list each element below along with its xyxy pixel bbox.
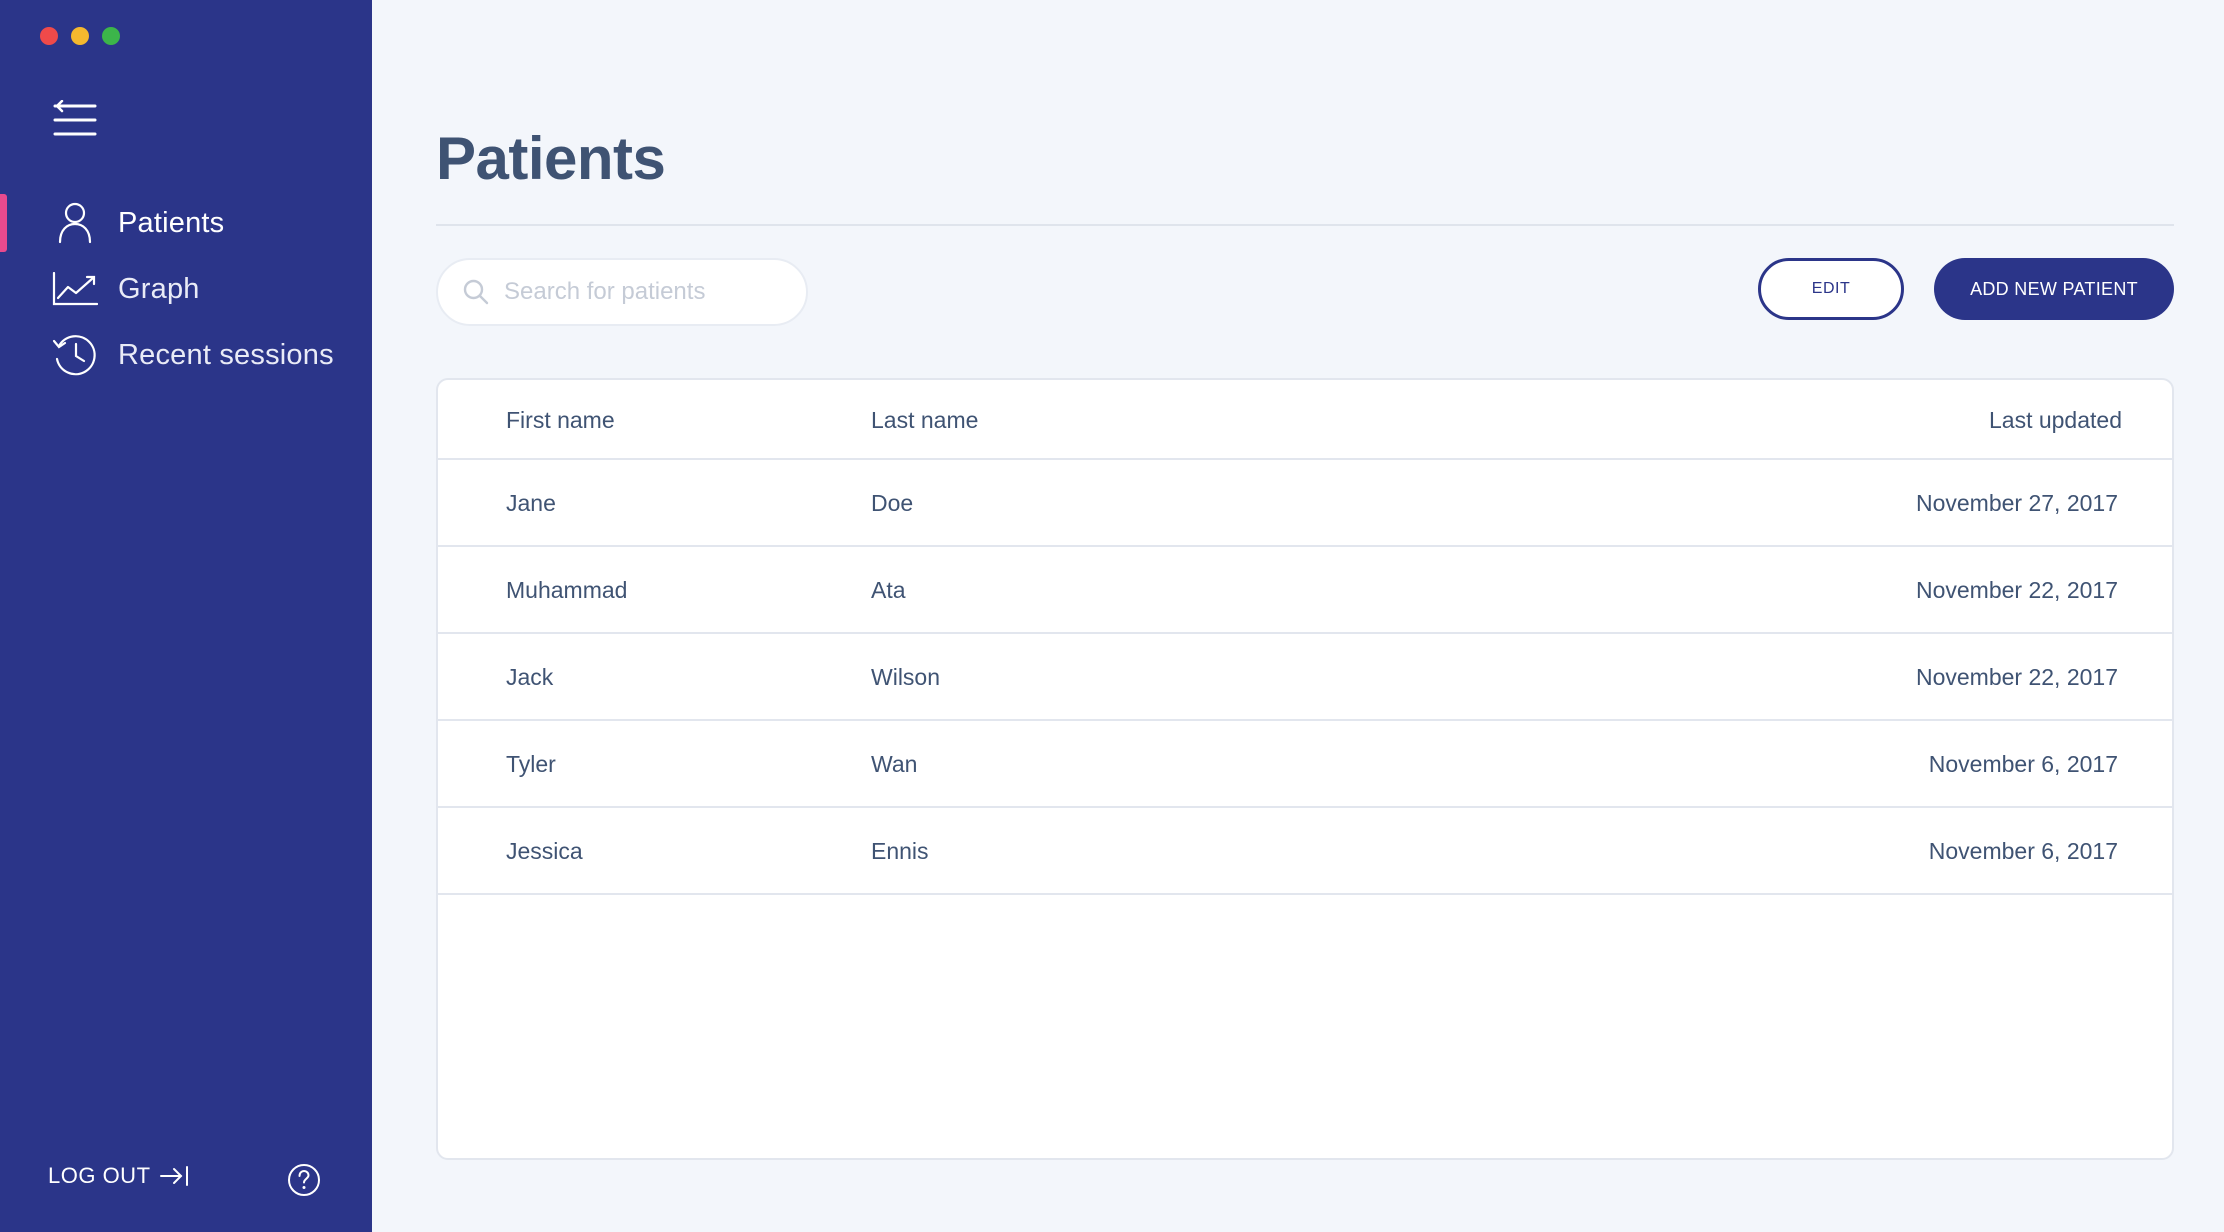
main-content: Patients EDIT ADD NEW PATIENT First name… [372,0,2224,1232]
first-name-cell: Tyler [506,751,556,777]
active-indicator [0,194,7,252]
window-controls [40,27,120,45]
hamburger-icon[interactable] [53,99,97,144]
user-icon [52,200,98,246]
table-row[interactable]: Jane Doe November 27, 2017 [438,460,2172,547]
search-input[interactable] [504,278,784,306]
column-header-last-updated[interactable]: Last updated [1989,380,2122,460]
sidebar-item-label: Graph [118,272,200,305]
help-icon[interactable] [287,1163,321,1197]
last-updated-cell: November 22, 2017 [1915,664,2118,690]
table-header: First name Last name Last updated [438,380,2172,460]
add-new-patient-button[interactable]: ADD NEW PATIENT [1934,258,2174,320]
logout-button[interactable]: LOG OUT [48,1163,189,1189]
last-name-cell: Wan [871,751,918,777]
sidebar: Patients Graph Recent sessions LOG OUT [0,0,372,1232]
title-divider [436,224,2174,226]
logout-icon [159,1164,189,1188]
sidebar-item-label: Patients [118,206,225,239]
table-row[interactable]: Jack Wilson November 22, 2017 [438,634,2172,721]
sidebar-nav: Patients Graph Recent sessions [0,190,372,388]
last-name-cell: Wilson [871,664,941,690]
line-chart-icon [52,266,98,312]
search-icon [462,278,490,306]
logout-label: LOG OUT [48,1163,151,1188]
history-icon [52,332,98,378]
maximize-window-button[interactable] [102,27,120,45]
last-name-cell: Ennis [871,838,929,864]
first-name-cell: Jane [506,490,556,516]
sidebar-item-recent-sessions[interactable]: Recent sessions [0,322,372,388]
last-name-cell: Doe [871,490,914,516]
search-box[interactable] [436,258,808,326]
last-updated-cell: November 27, 2017 [1915,490,2118,516]
table-row[interactable]: Muhammad Ata November 22, 2017 [438,547,2172,634]
table-row[interactable]: Jessica Ennis November 6, 2017 [438,808,2172,895]
last-name-cell: Ata [871,577,906,603]
first-name-cell: Jack [506,664,554,690]
column-header-first-name[interactable]: First name [506,380,615,460]
table-row[interactable]: Tyler Wan November 6, 2017 [438,721,2172,808]
first-name-cell: Jessica [506,838,583,864]
page-title: Patients [436,125,666,192]
last-updated-cell: November 6, 2017 [1928,838,2118,864]
sidebar-item-graph[interactable]: Graph [0,256,372,322]
close-window-button[interactable] [40,27,58,45]
sidebar-item-patients[interactable]: Patients [0,190,372,256]
edit-button[interactable]: EDIT [1758,258,1904,320]
app-window: Patients Graph Recent sessions LOG OUT P… [0,0,2224,1232]
last-updated-cell: November 22, 2017 [1915,577,2118,603]
minimize-window-button[interactable] [71,27,89,45]
patients-table: First name Last name Last updated Jane D… [436,378,2174,1160]
sidebar-item-label: Recent sessions [118,338,334,371]
column-header-last-name[interactable]: Last name [871,380,978,460]
first-name-cell: Muhammad [506,577,628,603]
last-updated-cell: November 6, 2017 [1928,751,2118,777]
